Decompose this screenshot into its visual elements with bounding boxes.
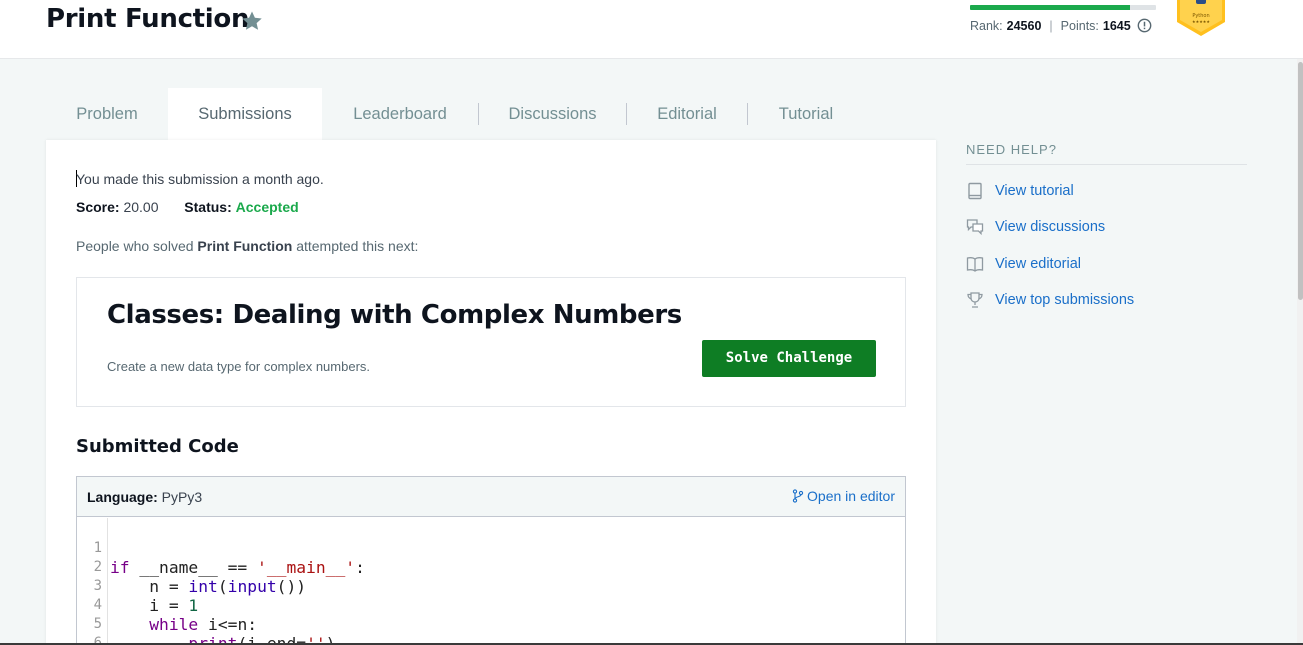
open-in-editor-label: Open in editor xyxy=(807,488,895,504)
code-editor[interactable]: 1 if __name__ == '__main__': 2 n = int(i… xyxy=(77,518,905,645)
next-suffix: attempted this next: xyxy=(292,238,419,254)
submission-note-text: You made this submission a month ago. xyxy=(76,171,324,187)
open-in-editor-link[interactable]: Open in editor xyxy=(792,488,895,504)
code-line: 3 i = 1 xyxy=(77,558,199,615)
tab-tutorial[interactable]: Tutorial xyxy=(748,88,864,140)
solved-problem-name: Print Function xyxy=(197,238,293,254)
need-help-heading: NEED HELP? xyxy=(966,142,1247,165)
help-item-label: View tutorial xyxy=(995,183,1074,199)
python-badge-icon[interactable]: Python ★★★★★ xyxy=(1174,0,1228,38)
rank-value: 24560 xyxy=(1006,18,1042,33)
next-challenge-description: Create a new data type for complex numbe… xyxy=(107,359,371,374)
help-item-label: View discussions xyxy=(995,219,1106,235)
submission-card: You made this submission a month ago. Sc… xyxy=(46,140,936,645)
submission-note: You made this submission a month ago. xyxy=(76,170,324,187)
page-root: Print Function Rank: 24560 | Points: 164… xyxy=(0,0,1303,645)
branch-icon xyxy=(792,489,804,503)
challenge-tabs: Problem Submissions Leaderboard Discussi… xyxy=(46,88,936,140)
code-line: 4 while i<=n: xyxy=(77,577,258,634)
help-item-label: View editorial xyxy=(995,256,1081,272)
score-value: 20.00 xyxy=(123,199,159,215)
tab-editorial[interactable]: Editorial xyxy=(627,88,747,140)
rank-separator: | xyxy=(1049,18,1053,33)
tab-discussions[interactable]: Discussions xyxy=(479,88,626,140)
chat-icon xyxy=(966,219,984,236)
code-line: 6 i+=1 xyxy=(77,615,175,645)
info-icon[interactable] xyxy=(1137,18,1152,33)
star-icon[interactable] xyxy=(240,9,264,33)
status-label: Status: xyxy=(184,199,232,215)
page-title: Print Function xyxy=(46,4,250,34)
view-top-submissions-link[interactable]: View top submissions xyxy=(966,290,1134,310)
scrollbar-thumb[interactable] xyxy=(1298,62,1303,300)
svg-text:★★★★★: ★★★★★ xyxy=(1192,19,1210,24)
points-label: Points: xyxy=(1060,18,1099,33)
code-line: 5 print(i,end='') xyxy=(77,596,336,645)
view-editorial-link[interactable]: View editorial xyxy=(966,254,1081,274)
rank-progress-bar xyxy=(970,5,1156,10)
code-line: 2 n = int(input()) xyxy=(77,539,307,596)
next-suggestion-text: People who solved Print Function attempt… xyxy=(76,238,418,254)
code-header: Language: PyPy3 Open in editor xyxy=(77,477,905,517)
rank-label: Rank: xyxy=(970,18,1003,33)
trophy-icon xyxy=(967,292,983,308)
book-icon xyxy=(968,182,982,200)
solve-challenge-button[interactable]: Solve Challenge xyxy=(702,340,876,377)
help-item-label: View top submissions xyxy=(995,292,1135,308)
next-prefix: People who solved xyxy=(76,238,198,254)
view-tutorial-link[interactable]: View tutorial xyxy=(966,181,1074,201)
language-label: Language: xyxy=(87,489,158,505)
code-panel: Language: PyPy3 Open in editor 1 if __na… xyxy=(76,476,906,645)
rank-progress-fill xyxy=(970,5,1130,10)
score-status: Score: 20.00 Status: Accepted xyxy=(76,199,299,215)
next-challenge-title[interactable]: Classes: Dealing with Complex Numbers xyxy=(107,300,682,330)
points-value: 1645 xyxy=(1102,18,1131,33)
tab-leaderboard[interactable]: Leaderboard xyxy=(322,88,478,140)
language-info: Language: PyPy3 xyxy=(87,489,202,505)
view-discussions-link[interactable]: View discussions xyxy=(966,217,1105,237)
tab-submissions[interactable]: Submissions xyxy=(168,88,322,140)
status-value: Accepted xyxy=(235,199,299,215)
tab-problem[interactable]: Problem xyxy=(46,88,168,140)
score-label: Score: xyxy=(76,199,120,215)
open-book-icon xyxy=(966,257,984,272)
code-line: 1 if __name__ == '__main__': xyxy=(77,520,365,577)
rank-points: Rank: 24560 | Points: 1645 xyxy=(970,18,1152,33)
top-header: Print Function Rank: 24560 | Points: 164… xyxy=(0,0,1303,59)
next-challenge-card: Classes: Dealing with Complex Numbers Cr… xyxy=(76,277,906,407)
submitted-code-heading: Submitted Code xyxy=(76,436,239,457)
language-value: PyPy3 xyxy=(161,489,203,505)
